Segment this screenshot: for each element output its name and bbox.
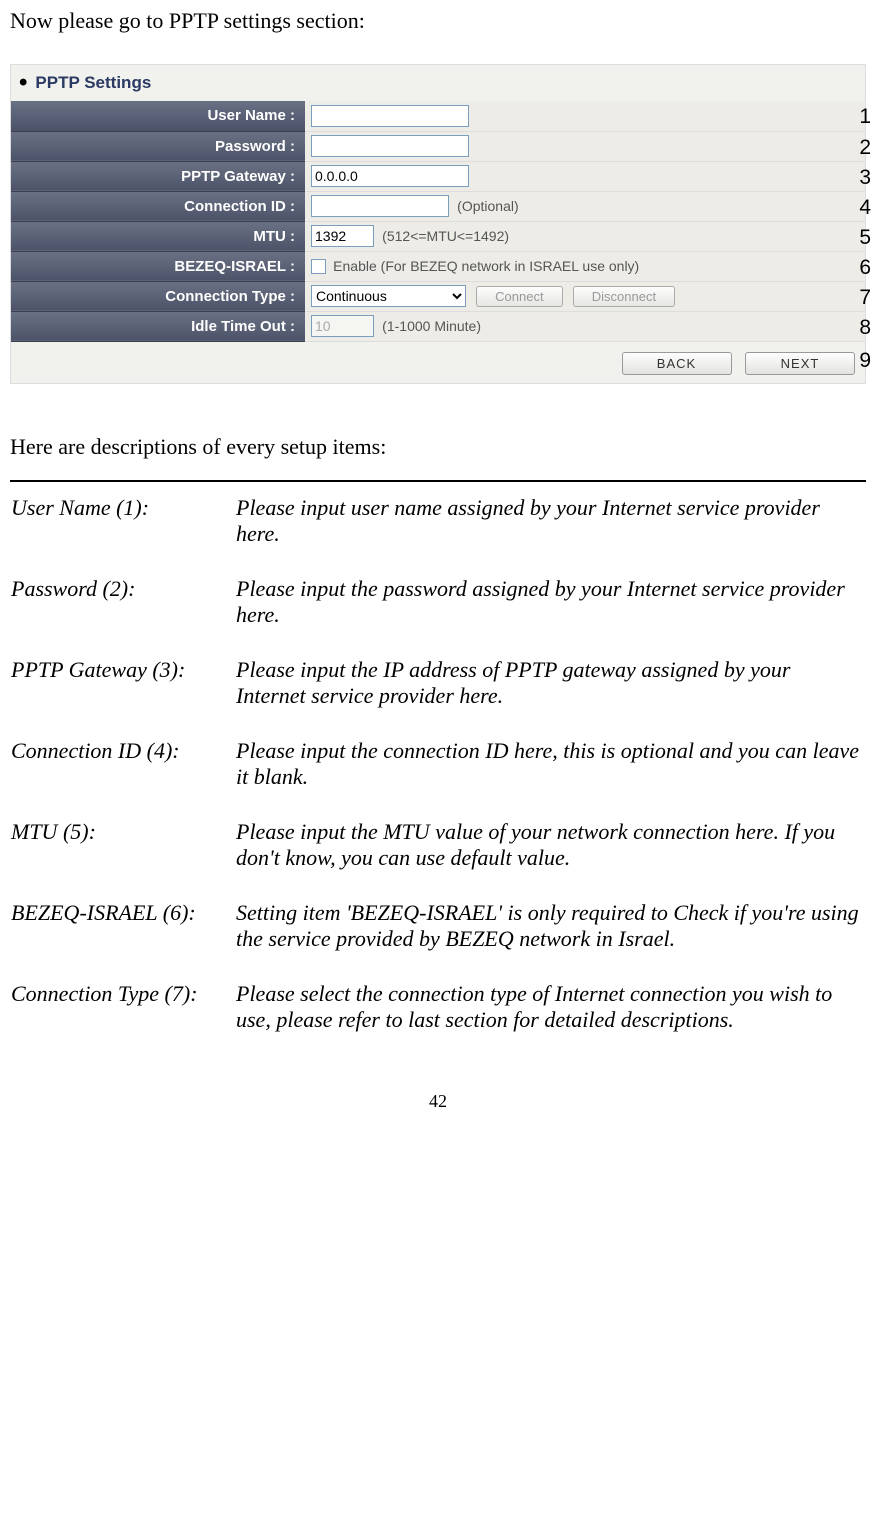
hint-idle-range: (1-1000 Minute) [382, 318, 481, 334]
label-password: Password : [11, 131, 305, 161]
annotation-9: 9 [859, 349, 871, 373]
idle-timeout-input [311, 315, 374, 337]
label-username: User Name : [11, 101, 305, 131]
annotation-2: 2 [859, 136, 871, 160]
password-input[interactable] [311, 135, 469, 157]
desc-text: Please select the connection type of Int… [235, 980, 866, 1061]
label-idle-timeout: Idle Time Out : [11, 311, 305, 341]
desc-row: User Name (1): Please input user name as… [10, 494, 866, 575]
divider-line [10, 480, 866, 482]
label-connection-id: Connection ID : [11, 191, 305, 221]
label-pptp-gateway: PPTP Gateway : [11, 161, 305, 191]
intro-text: Now please go to PPTP settings section: [10, 8, 866, 34]
desc-row: PPTP Gateway (3): Please input the IP ad… [10, 656, 866, 737]
desc-text: Please input the password assigned by yo… [235, 575, 866, 656]
bezeq-checkbox[interactable] [311, 259, 326, 274]
pptp-gateway-input[interactable] [311, 165, 469, 187]
mtu-input[interactable] [311, 225, 374, 247]
descriptions-table: User Name (1): Please input user name as… [10, 494, 866, 1061]
hint-mtu-range: (512<=MTU<=1492) [382, 228, 509, 244]
desc-term: MTU (5): [10, 818, 235, 899]
annotation-3: 3 [859, 166, 871, 190]
page-number: 42 [10, 1091, 866, 1112]
descriptions-heading: Here are descriptions of every setup ite… [10, 434, 866, 460]
pptp-settings-screenshot: PPTP Settings User Name : 1 Password : 2… [10, 64, 866, 384]
desc-text: Setting item 'BEZEQ-ISRAEL' is only requ… [235, 899, 866, 980]
desc-term: PPTP Gateway (3): [10, 656, 235, 737]
next-button[interactable]: NEXT [745, 352, 855, 375]
connection-id-input[interactable] [311, 195, 449, 217]
bezeq-checkbox-label: Enable (For BEZEQ network in ISRAEL use … [333, 258, 639, 274]
back-button[interactable]: BACK [622, 352, 732, 375]
desc-row: Connection Type (7): Please select the c… [10, 980, 866, 1061]
desc-text: Please input user name assigned by your … [235, 494, 866, 575]
disconnect-button[interactable]: Disconnect [573, 286, 675, 307]
desc-term: BEZEQ-ISRAEL (6): [10, 899, 235, 980]
pptp-section-title: PPTP Settings [11, 65, 865, 101]
desc-row: MTU (5): Please input the MTU value of y… [10, 818, 866, 899]
annotation-1: 1 [859, 105, 871, 129]
label-connection-type: Connection Type : [11, 281, 305, 311]
annotation-4: 4 [859, 196, 871, 220]
desc-term: Connection ID (4): [10, 737, 235, 818]
desc-text: Please input the IP address of PPTP gate… [235, 656, 866, 737]
annotation-5: 5 [859, 226, 871, 250]
desc-term: User Name (1): [10, 494, 235, 575]
annotation-6: 6 [859, 256, 871, 280]
label-mtu: MTU : [11, 221, 305, 251]
connect-button[interactable]: Connect [476, 286, 562, 307]
username-input[interactable] [311, 105, 469, 127]
desc-row: Connection ID (4): Please input the conn… [10, 737, 866, 818]
hint-optional: (Optional) [457, 198, 518, 214]
desc-term: Password (2): [10, 575, 235, 656]
desc-term: Connection Type (7): [10, 980, 235, 1061]
connection-type-select[interactable]: Continuous [311, 285, 466, 307]
pptp-form-table: User Name : 1 Password : 2 PPTP Gateway … [11, 101, 865, 342]
desc-row: BEZEQ-ISRAEL (6): Setting item 'BEZEQ-IS… [10, 899, 866, 980]
desc-row: Password (2): Please input the password … [10, 575, 866, 656]
annotation-8: 8 [859, 316, 871, 340]
desc-text: Please input the MTU value of your netwo… [235, 818, 866, 899]
label-bezeq: BEZEQ-ISRAEL : [11, 251, 305, 281]
annotation-7: 7 [859, 286, 871, 310]
desc-text: Please input the connection ID here, thi… [235, 737, 866, 818]
